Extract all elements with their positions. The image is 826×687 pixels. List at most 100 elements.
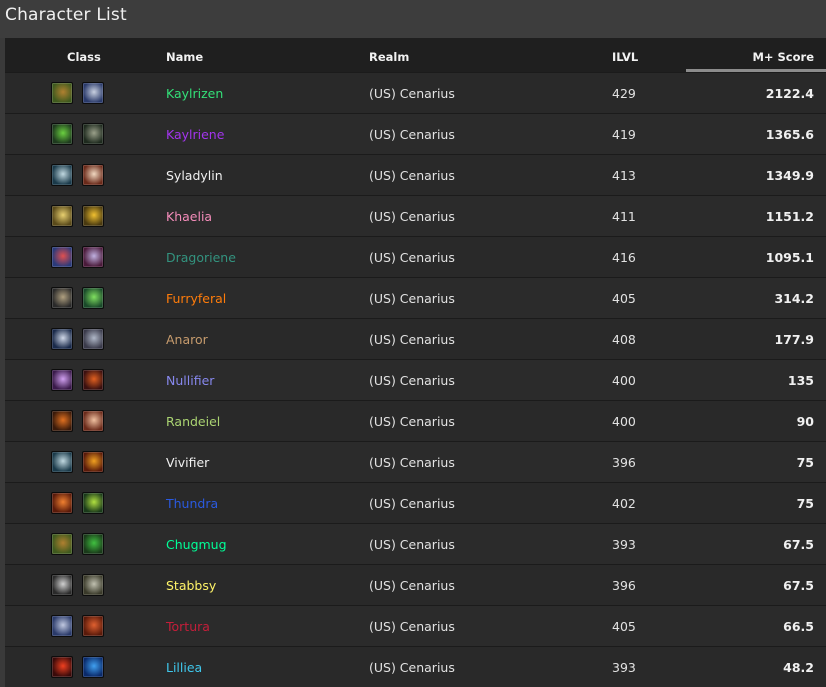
spec-icon	[51, 410, 73, 432]
table-row[interactable]: Furryferal (US) Cenarius 405 314.2	[5, 277, 826, 318]
ilvl-cell: 405	[612, 291, 636, 306]
spec-icon	[51, 656, 73, 678]
spec-icon	[82, 574, 104, 596]
character-name[interactable]: Stabbsy	[166, 578, 216, 593]
spec-icon	[51, 164, 73, 186]
ilvl-cell: 400	[612, 414, 636, 429]
ilvl-cell: 400	[612, 373, 636, 388]
realm-cell: (US) Cenarius	[369, 168, 455, 183]
table-row[interactable]: Lilliea (US) Cenarius 393 48.2	[5, 646, 826, 687]
character-name[interactable]: Furryferal	[166, 291, 226, 306]
mplus-score-cell: 90	[796, 414, 814, 429]
ilvl-cell: 396	[612, 455, 636, 470]
character-table: Class Name Realm ILVL M+ Score Kaylrizen…	[5, 38, 826, 687]
realm-cell: (US) Cenarius	[369, 578, 455, 593]
column-header-ilvl[interactable]: ILVL	[612, 50, 638, 64]
character-name[interactable]: Thundra	[166, 496, 218, 511]
spec-icon	[82, 164, 104, 186]
character-name[interactable]: Kaylrizen	[166, 86, 223, 101]
realm-cell: (US) Cenarius	[369, 537, 455, 552]
mplus-score-cell: 314.2	[774, 291, 814, 306]
spec-icon	[82, 246, 104, 268]
character-name[interactable]: Syladylin	[166, 168, 223, 183]
realm-cell: (US) Cenarius	[369, 86, 455, 101]
spec-icon	[82, 369, 104, 391]
mplus-score-cell: 2122.4	[765, 86, 814, 101]
ilvl-cell: 411	[612, 209, 636, 224]
ilvl-cell: 413	[612, 168, 636, 183]
table-row[interactable]: Thundra (US) Cenarius 402 75	[5, 482, 826, 523]
character-name[interactable]: Tortura	[166, 619, 210, 634]
spec-icon	[51, 369, 73, 391]
table-row[interactable]: Stabbsy (US) Cenarius 396 67.5	[5, 564, 826, 605]
title-bar: Character List	[0, 0, 826, 38]
realm-cell: (US) Cenarius	[369, 291, 455, 306]
mplus-score-cell: 75	[796, 496, 814, 511]
realm-cell: (US) Cenarius	[369, 209, 455, 224]
character-name[interactable]: Kaylriene	[166, 127, 224, 142]
character-name[interactable]: Dragoriene	[166, 250, 236, 265]
character-name[interactable]: Vivifier	[166, 455, 209, 470]
table-row[interactable]: Vivifier (US) Cenarius 396 75	[5, 441, 826, 482]
mplus-score-cell: 1365.6	[765, 127, 814, 142]
character-name[interactable]: Khaelia	[166, 209, 212, 224]
realm-cell: (US) Cenarius	[369, 619, 455, 634]
realm-cell: (US) Cenarius	[369, 332, 455, 347]
character-name[interactable]: Nullifier	[166, 373, 214, 388]
spec-icon	[82, 451, 104, 473]
ilvl-cell: 419	[612, 127, 636, 142]
spec-icon	[82, 410, 104, 432]
spec-icon	[51, 533, 73, 555]
mplus-score-cell: 48.2	[783, 660, 814, 675]
spec-icon	[51, 451, 73, 473]
spec-icon	[51, 492, 73, 514]
character-name[interactable]: Anaror	[166, 332, 208, 347]
realm-cell: (US) Cenarius	[369, 496, 455, 511]
ilvl-cell: 393	[612, 537, 636, 552]
character-name[interactable]: Lilliea	[166, 660, 202, 675]
spec-icon	[51, 82, 73, 104]
spec-icon	[51, 615, 73, 637]
table-row[interactable]: Chugmug (US) Cenarius 393 67.5	[5, 523, 826, 564]
character-name[interactable]: Randeiel	[166, 414, 220, 429]
ilvl-cell: 429	[612, 86, 636, 101]
mplus-score-cell: 1095.1	[765, 250, 814, 265]
mplus-score-cell: 67.5	[783, 537, 814, 552]
ilvl-cell: 408	[612, 332, 636, 347]
realm-cell: (US) Cenarius	[369, 250, 455, 265]
table-body: Kaylrizen (US) Cenarius 429 2122.4 Kaylriene…	[5, 72, 826, 687]
spec-icon	[51, 574, 73, 596]
spec-icon	[82, 82, 104, 104]
spec-icon	[51, 205, 73, 227]
spec-icon	[82, 205, 104, 227]
column-header-name[interactable]: Name	[166, 50, 203, 64]
table-row[interactable]: Kaylrizen (US) Cenarius 429 2122.4	[5, 72, 826, 113]
character-name[interactable]: Chugmug	[166, 537, 227, 552]
column-header-realm[interactable]: Realm	[369, 50, 409, 64]
table-row[interactable]: Kaylriene (US) Cenarius 419 1365.6	[5, 113, 826, 154]
table-row[interactable]: Khaelia (US) Cenarius 411 1151.2	[5, 195, 826, 236]
table-header: Class Name Realm ILVL M+ Score	[5, 38, 826, 72]
column-header-class[interactable]: Class	[67, 50, 101, 64]
spec-icon	[51, 123, 73, 145]
table-row[interactable]: Syladylin (US) Cenarius 413 1349.9	[5, 154, 826, 195]
spec-icon	[82, 492, 104, 514]
spec-icon	[82, 656, 104, 678]
realm-cell: (US) Cenarius	[369, 455, 455, 470]
spec-icon	[82, 328, 104, 350]
column-header-mplus-score[interactable]: M+ Score	[752, 50, 814, 64]
ilvl-cell: 393	[612, 660, 636, 675]
ilvl-cell: 416	[612, 250, 636, 265]
mplus-score-cell: 67.5	[783, 578, 814, 593]
page-title: Character List	[5, 5, 127, 25]
realm-cell: (US) Cenarius	[369, 373, 455, 388]
table-row[interactable]: Dragoriene (US) Cenarius 416 1095.1	[5, 236, 826, 277]
spec-icon	[82, 287, 104, 309]
table-row[interactable]: Tortura (US) Cenarius 405 66.5	[5, 605, 826, 646]
spec-icon	[51, 328, 73, 350]
table-row[interactable]: Randeiel (US) Cenarius 400 90	[5, 400, 826, 441]
mplus-score-cell: 1349.9	[765, 168, 814, 183]
spec-icon	[51, 246, 73, 268]
table-row[interactable]: Nullifier (US) Cenarius 400 135	[5, 359, 826, 400]
table-row[interactable]: Anaror (US) Cenarius 408 177.9	[5, 318, 826, 359]
